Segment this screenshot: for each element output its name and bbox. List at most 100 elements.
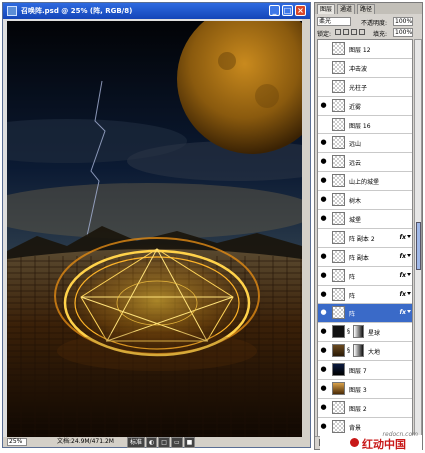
layer-thumbnail xyxy=(332,79,345,93)
layer-thumbnail xyxy=(332,268,345,282)
layer-effects-icon[interactable]: fx xyxy=(400,309,406,316)
layer-row[interactable]: ● 近雾 xyxy=(318,97,412,116)
layer-row[interactable]: ● 远云 xyxy=(318,153,412,173)
visibility-eye-icon[interactable]: ● xyxy=(319,176,328,185)
layer-row[interactable]: 冲击波 xyxy=(318,59,412,78)
visibility-eye-icon[interactable]: ● xyxy=(319,271,328,280)
visibility-eye-icon[interactable] xyxy=(319,44,328,53)
fill-field[interactable]: 100% xyxy=(393,28,413,37)
layer-name: 城堡 xyxy=(349,217,362,225)
layer-thumbnail xyxy=(332,174,345,188)
visibility-eye-icon[interactable]: ● xyxy=(319,346,328,355)
layer-effects-icon[interactable]: fx xyxy=(400,291,406,298)
expand-effects-arrow-icon[interactable] xyxy=(407,253,411,257)
layer-row[interactable]: ● 图层 7 xyxy=(318,361,412,381)
visibility-eye-icon[interactable] xyxy=(319,120,328,129)
layer-row[interactable]: 图层 12 xyxy=(318,40,412,59)
visibility-eye-icon[interactable]: ● xyxy=(319,290,328,299)
screen-mode-icon[interactable]: □ xyxy=(158,437,170,448)
layer-name: 图层 2 xyxy=(349,405,367,413)
visibility-eye-icon[interactable]: ● xyxy=(319,138,328,147)
layer-row[interactable]: ● § 大地 xyxy=(318,342,412,362)
layers-scrollbar-thumb[interactable] xyxy=(416,222,421,270)
mask-link-icon[interactable]: § xyxy=(347,328,350,335)
layer-row[interactable]: ● 阵 副本 fx xyxy=(318,248,412,267)
layer-mask-thumbnail[interactable] xyxy=(353,344,364,358)
layer-row[interactable]: ● 山上的城堡 xyxy=(318,172,412,192)
fill-label: 填充: xyxy=(373,31,388,38)
layer-row[interactable]: ● 图层 3 xyxy=(318,380,412,399)
layer-thumbnail xyxy=(332,60,345,74)
layer-effects-icon[interactable]: fx xyxy=(400,234,406,241)
zoom-field[interactable]: 25% xyxy=(7,438,27,446)
visibility-eye-icon[interactable]: ● xyxy=(319,252,328,261)
panel-tabs: 图层 通道 路径 xyxy=(315,3,422,14)
layer-thumbnail xyxy=(332,193,345,207)
lock-image-icon[interactable] xyxy=(343,29,349,35)
visibility-eye-icon[interactable]: ● xyxy=(319,365,328,374)
expand-effects-arrow-icon[interactable] xyxy=(407,234,411,238)
document-title: 召唤阵.psd @ 25% (阵, RGB/8) xyxy=(21,7,133,15)
layer-row[interactable]: ● 阵 fx xyxy=(318,286,412,305)
layer-row[interactable]: 阵 副本 2 fx xyxy=(318,229,412,248)
layer-thumbnail xyxy=(332,382,345,396)
lock-all-icon[interactable] xyxy=(359,29,365,35)
quick-mask-icon[interactable]: ◐ xyxy=(146,437,158,448)
tab-channels[interactable]: 通道 xyxy=(337,4,356,14)
visibility-eye-icon[interactable]: ● xyxy=(319,195,328,204)
blend-mode-select[interactable]: 柔光 xyxy=(317,17,351,26)
visibility-eye-icon[interactable]: ● xyxy=(319,214,328,223)
visibility-eye-icon[interactable] xyxy=(319,82,328,91)
lock-position-icon[interactable] xyxy=(351,29,357,35)
lock-transparency-icon[interactable] xyxy=(335,29,341,35)
visibility-eye-icon[interactable]: ● xyxy=(319,403,328,412)
layer-effects-icon[interactable]: fx xyxy=(400,253,406,260)
document-window[interactable]: 召唤阵.psd @ 25% (阵, RGB/8) _ □ × 25% 文档:24… xyxy=(2,2,311,448)
minimize-button[interactable]: _ xyxy=(269,5,280,16)
tab-paths[interactable]: 路径 xyxy=(357,4,376,14)
visibility-eye-icon[interactable]: ● xyxy=(319,327,328,336)
visibility-eye-icon[interactable]: ● xyxy=(319,101,328,110)
opacity-field[interactable]: 100% xyxy=(393,17,413,26)
layer-effects-icon[interactable]: fx xyxy=(400,272,406,279)
visibility-eye-icon[interactable] xyxy=(319,63,328,72)
close-button[interactable]: × xyxy=(295,5,306,16)
vertical-scrollbar[interactable] xyxy=(302,19,310,439)
expand-effects-arrow-icon[interactable] xyxy=(407,310,411,314)
layer-row[interactable]: ● 阵 fx xyxy=(318,304,412,324)
opacity-label: 不透明度: xyxy=(361,20,388,27)
mask-link-icon[interactable]: § xyxy=(347,347,350,354)
image-canvas[interactable] xyxy=(7,21,302,441)
layer-row[interactable]: ● 远山 xyxy=(318,134,412,154)
layer-row[interactable]: ● 阵 fx xyxy=(318,267,412,286)
layer-row[interactable]: ● 树木 xyxy=(318,191,412,211)
artwork xyxy=(7,21,302,441)
screen-mode-full-icon[interactable]: ▭ xyxy=(170,437,183,448)
layer-mask-thumbnail[interactable] xyxy=(353,325,364,339)
layers-scrollbar[interactable] xyxy=(414,39,422,437)
visibility-eye-icon[interactable]: ● xyxy=(319,308,328,317)
photoshop-doc-icon xyxy=(7,6,17,16)
document-title-bar[interactable]: 召唤阵.psd @ 25% (阵, RGB/8) _ □ × xyxy=(3,3,310,19)
standard-mode-button[interactable]: 标准 xyxy=(127,437,146,448)
layer-row[interactable]: ● 图层 2 xyxy=(318,399,412,418)
layer-row[interactable]: ● § 星球 xyxy=(318,323,412,343)
layer-name: 阵 副本 xyxy=(349,254,369,262)
expand-effects-arrow-icon[interactable] xyxy=(407,272,411,276)
layer-name: 远山 xyxy=(349,141,362,149)
layer-row[interactable]: 图层 16 xyxy=(318,116,412,135)
screen-mode-black-icon[interactable]: ■ xyxy=(183,437,196,448)
visibility-eye-icon[interactable] xyxy=(319,233,328,242)
visibility-eye-icon[interactable]: ● xyxy=(319,157,328,166)
tab-layers[interactable]: 图层 xyxy=(317,4,336,14)
layer-thumbnail xyxy=(332,212,345,226)
layer-thumbnail xyxy=(332,230,345,244)
layer-row[interactable]: ● 城堡 xyxy=(318,210,412,229)
layer-thumbnail xyxy=(332,136,345,150)
maximize-button[interactable]: □ xyxy=(282,5,293,16)
visibility-eye-icon[interactable]: ● xyxy=(319,384,328,393)
layer-row[interactable]: 光柱子 xyxy=(318,78,412,97)
visibility-eye-icon[interactable]: ● xyxy=(319,422,328,431)
redocn-logo-icon xyxy=(350,438,359,447)
expand-effects-arrow-icon[interactable] xyxy=(407,291,411,295)
